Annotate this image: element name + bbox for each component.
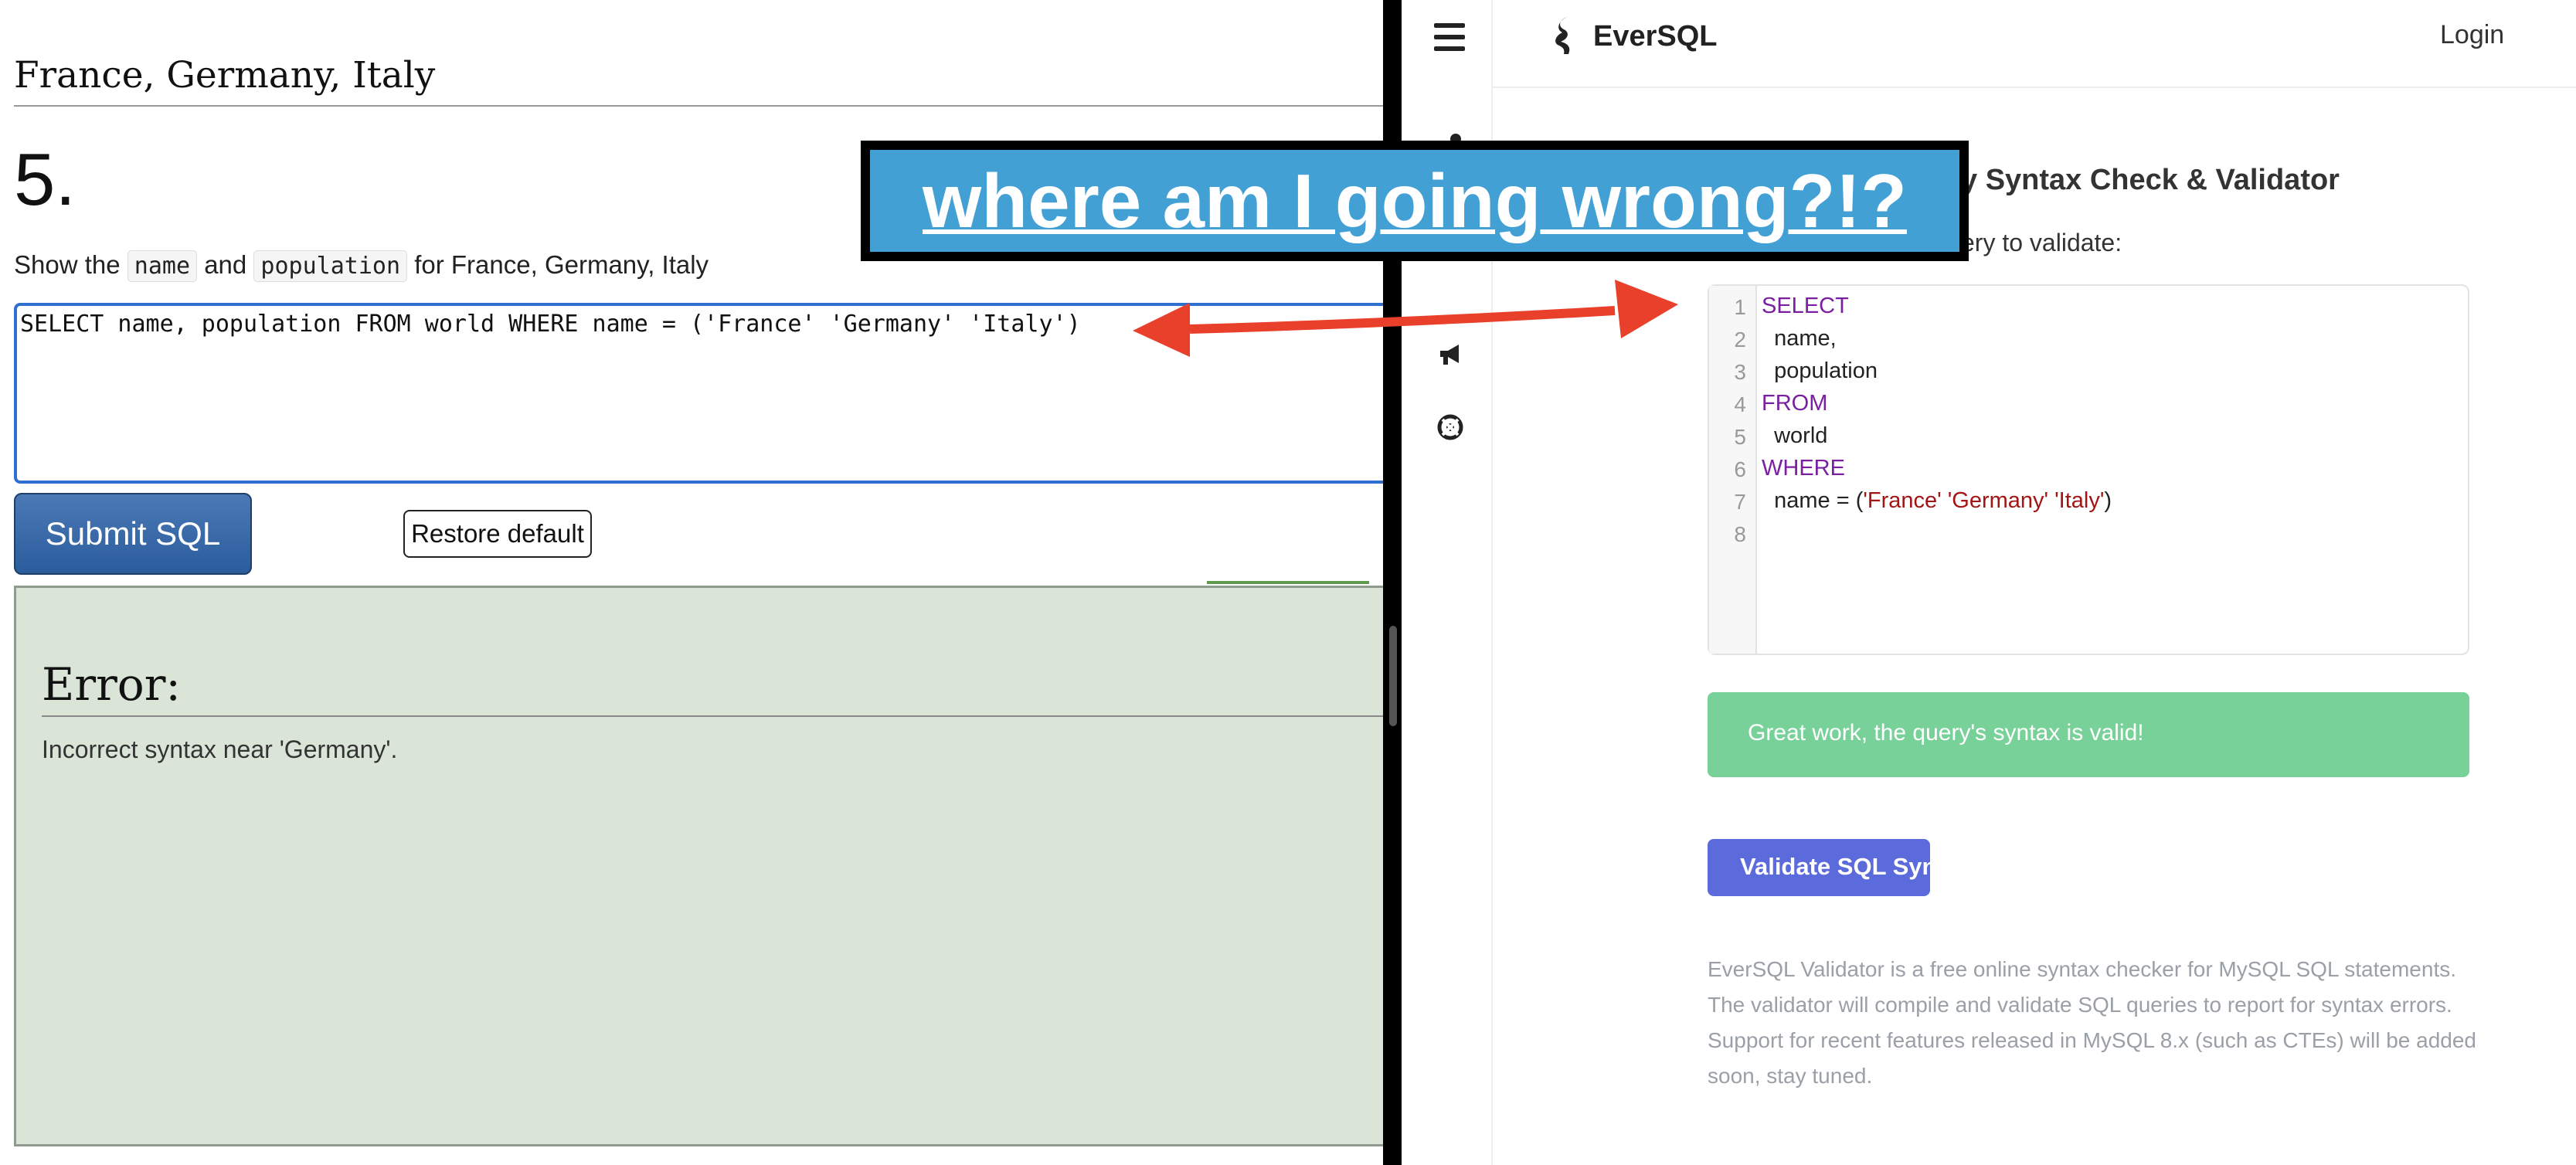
question-heading: France, Germany, Italy	[14, 54, 436, 97]
error-message: Incorrect syntax near 'Germany'.	[42, 735, 398, 763]
result-tab-indicator	[1207, 581, 1369, 584]
instruction-conjunction: and	[204, 250, 247, 279]
question-instruction: Show the name and population for France,…	[14, 250, 709, 282]
code-token: )	[2104, 488, 2112, 513]
validate-sql-button[interactable]: Validate SQL Synt	[1708, 839, 1930, 896]
error-title: Error:	[42, 658, 181, 711]
instruction-suffix: for France, Germany, Italy	[414, 250, 709, 279]
question-number: 5.	[14, 138, 76, 221]
line-number: 3	[1734, 360, 1746, 384]
heading-divider	[14, 105, 1397, 107]
restore-default-button[interactable]: Restore default	[403, 510, 592, 558]
lifebuoy-icon[interactable]	[1437, 414, 1463, 440]
instruction-prefix: Show the	[14, 250, 121, 279]
code-line: FROM	[1762, 391, 1828, 416]
line-number: 7	[1734, 490, 1746, 514]
query-input-label: ery to validate:	[1961, 229, 2122, 256]
line-number: 5	[1734, 425, 1746, 449]
code-line: SELECT	[1762, 294, 1849, 318]
field-name-code: name	[127, 250, 198, 282]
code-line: world	[1762, 423, 1828, 448]
header-border	[1493, 87, 2576, 88]
sql-input-text[interactable]: SELECT name, population FROM world WHERE…	[20, 311, 1081, 338]
login-link[interactable]: Login	[2440, 20, 2504, 50]
page-title: y Syntax Check & Validator	[1961, 164, 2340, 196]
code-line: name = ('France' 'Germany' 'Italy')	[1762, 488, 2112, 514]
code-line: population	[1762, 358, 1878, 383]
megaphone-icon[interactable]	[1437, 341, 1463, 368]
scrollbar-thumb[interactable]	[1389, 626, 1397, 726]
code-token: name = (	[1762, 488, 1864, 513]
eversql-logo-text[interactable]: EverSQL	[1593, 20, 1718, 53]
eversql-logo-icon	[1555, 17, 1570, 54]
error-divider	[42, 715, 1394, 717]
submit-sql-button[interactable]: Submit SQL	[14, 493, 252, 575]
validator-description: EverSQL Validator is a free online synta…	[1708, 957, 2476, 1088]
line-number: 2	[1734, 328, 1746, 352]
field-population-code: population	[253, 250, 408, 282]
line-number: 1	[1734, 295, 1746, 319]
line-number: 6	[1734, 457, 1746, 481]
line-number: 8	[1734, 522, 1746, 546]
line-number: 4	[1734, 392, 1746, 416]
code-string-token: 'France' 'Germany' 'Italy'	[1863, 488, 2105, 513]
error-result-box	[14, 586, 1397, 1146]
code-line: WHERE	[1762, 456, 1845, 481]
overlay-caption: where am I going wrong?!?	[923, 158, 1907, 243]
code-line: name,	[1762, 326, 1837, 351]
success-message: Great work, the query's syntax is valid!	[1748, 720, 2144, 746]
hamburger-menu-icon[interactable]	[1434, 23, 1465, 51]
